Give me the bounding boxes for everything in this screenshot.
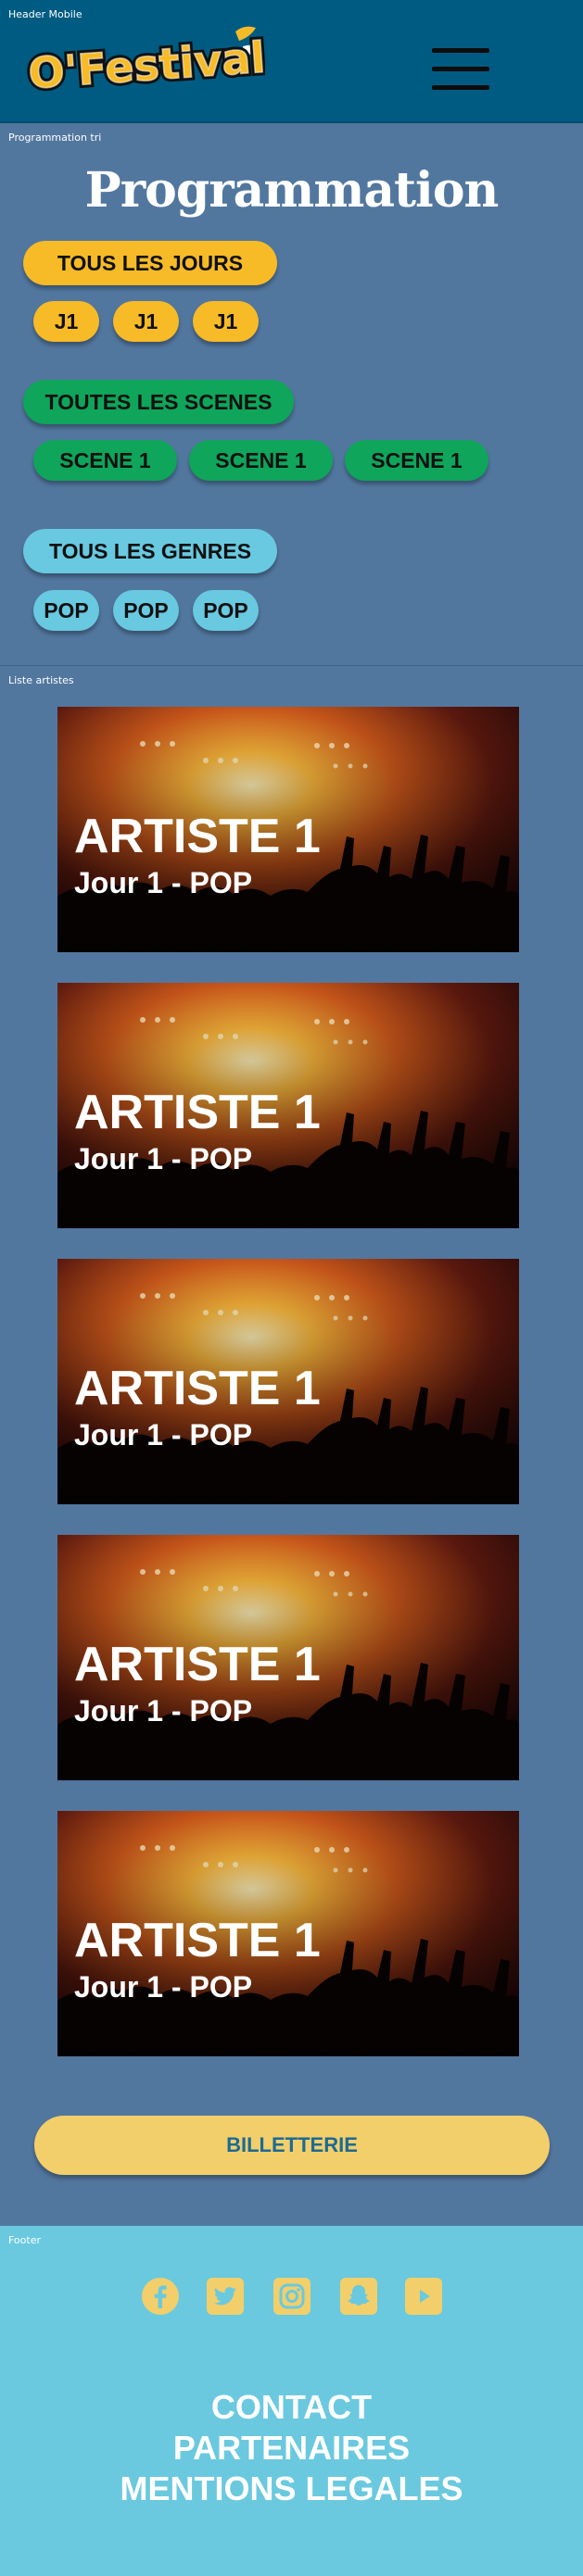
logo-graphic: O'Festival O'Festival (23, 26, 270, 102)
billetterie-button[interactable]: BILLETTERIE (34, 2116, 550, 2175)
artist-card[interactable]: ARTISTE 1 Jour 1 - POP (57, 1811, 519, 2056)
artist-card[interactable]: ARTISTE 1 Jour 1 - POP (57, 1535, 519, 1780)
footer-link-mentions-legales[interactable]: MENTIONS LEGALES (0, 2469, 583, 2508)
frame-label-header: Header Mobile (8, 8, 82, 20)
artist-name: ARTISTE 1 (74, 1914, 321, 1967)
svg-text:O'Festival: O'Festival (27, 32, 265, 98)
artist-card[interactable]: ARTISTE 1 Jour 1 - POP (57, 1259, 519, 1504)
footer-link-partenaires[interactable]: PARTENAIRES (0, 2429, 583, 2468)
filter-all-scenes-button[interactable]: TOUTES LES SCENES (23, 380, 294, 424)
frame-label-footer: Footer (8, 2234, 41, 2246)
filter-genre-button[interactable]: POP (113, 590, 179, 631)
menu-hamburger-button[interactable] (432, 48, 489, 91)
filter-day-button[interactable]: J1 (113, 301, 179, 342)
instagram-icon[interactable] (272, 2277, 311, 2316)
hamburger-line (432, 48, 489, 53)
facebook-icon[interactable] (141, 2277, 180, 2316)
filter-genre-button[interactable]: POP (193, 590, 259, 631)
youtube-icon[interactable] (404, 2277, 443, 2316)
hamburger-line (432, 85, 489, 90)
footer: Footer CONTACT PARTENAIRES MENTIONS LEGA… (0, 2226, 583, 2576)
twitter-icon[interactable] (206, 2277, 245, 2316)
artists-list-section: Liste artistes ARTISTE 1 Jour 1 - POP ARTI… (0, 666, 583, 2224)
filter-all-days-button[interactable]: TOUS LES JOURS (23, 241, 277, 285)
artist-subtitle: Jour 1 - POP (74, 1694, 253, 1728)
filter-scene-button[interactable]: SCENE 1 (189, 440, 333, 481)
artist-subtitle: Jour 1 - POP (74, 1970, 253, 2004)
artist-name: ARTISTE 1 (74, 1638, 321, 1691)
page-title: Programmation (84, 162, 500, 219)
festival-logo[interactable]: O'Festival O'Festival (23, 24, 270, 102)
header-mobile: Header Mobile O'Festival O'Festival (0, 0, 583, 123)
snapchat-icon[interactable] (339, 2277, 378, 2316)
filter-scene-button[interactable]: SCENE 1 (345, 440, 488, 481)
filter-scene-button[interactable]: SCENE 1 (33, 440, 177, 481)
artist-subtitle: Jour 1 - POP (74, 866, 253, 899)
programmation-section: Programmation tri Programmation TOUS LES… (0, 123, 583, 666)
artist-card[interactable]: ARTISTE 1 Jour 1 - POP (57, 707, 519, 952)
artist-subtitle: Jour 1 - POP (74, 1418, 253, 1451)
filter-day-button[interactable]: J1 (33, 301, 99, 342)
filter-genre-button[interactable]: POP (33, 590, 99, 631)
artist-name: ARTISTE 1 (74, 1086, 321, 1139)
artist-card[interactable]: ARTISTE 1 Jour 1 - POP (57, 983, 519, 1228)
footer-link-contact[interactable]: CONTACT (0, 2388, 583, 2427)
frame-label-programmation: Programmation tri (8, 132, 102, 144)
filter-all-genres-button[interactable]: TOUS LES GENRES (23, 529, 277, 573)
frame-label-artists: Liste artistes (8, 674, 74, 686)
filter-day-button[interactable]: J1 (193, 301, 259, 342)
artist-name: ARTISTE 1 (74, 810, 321, 863)
hamburger-line (432, 67, 489, 71)
artist-subtitle: Jour 1 - POP (74, 1142, 253, 1175)
artist-name: ARTISTE 1 (74, 1362, 321, 1415)
